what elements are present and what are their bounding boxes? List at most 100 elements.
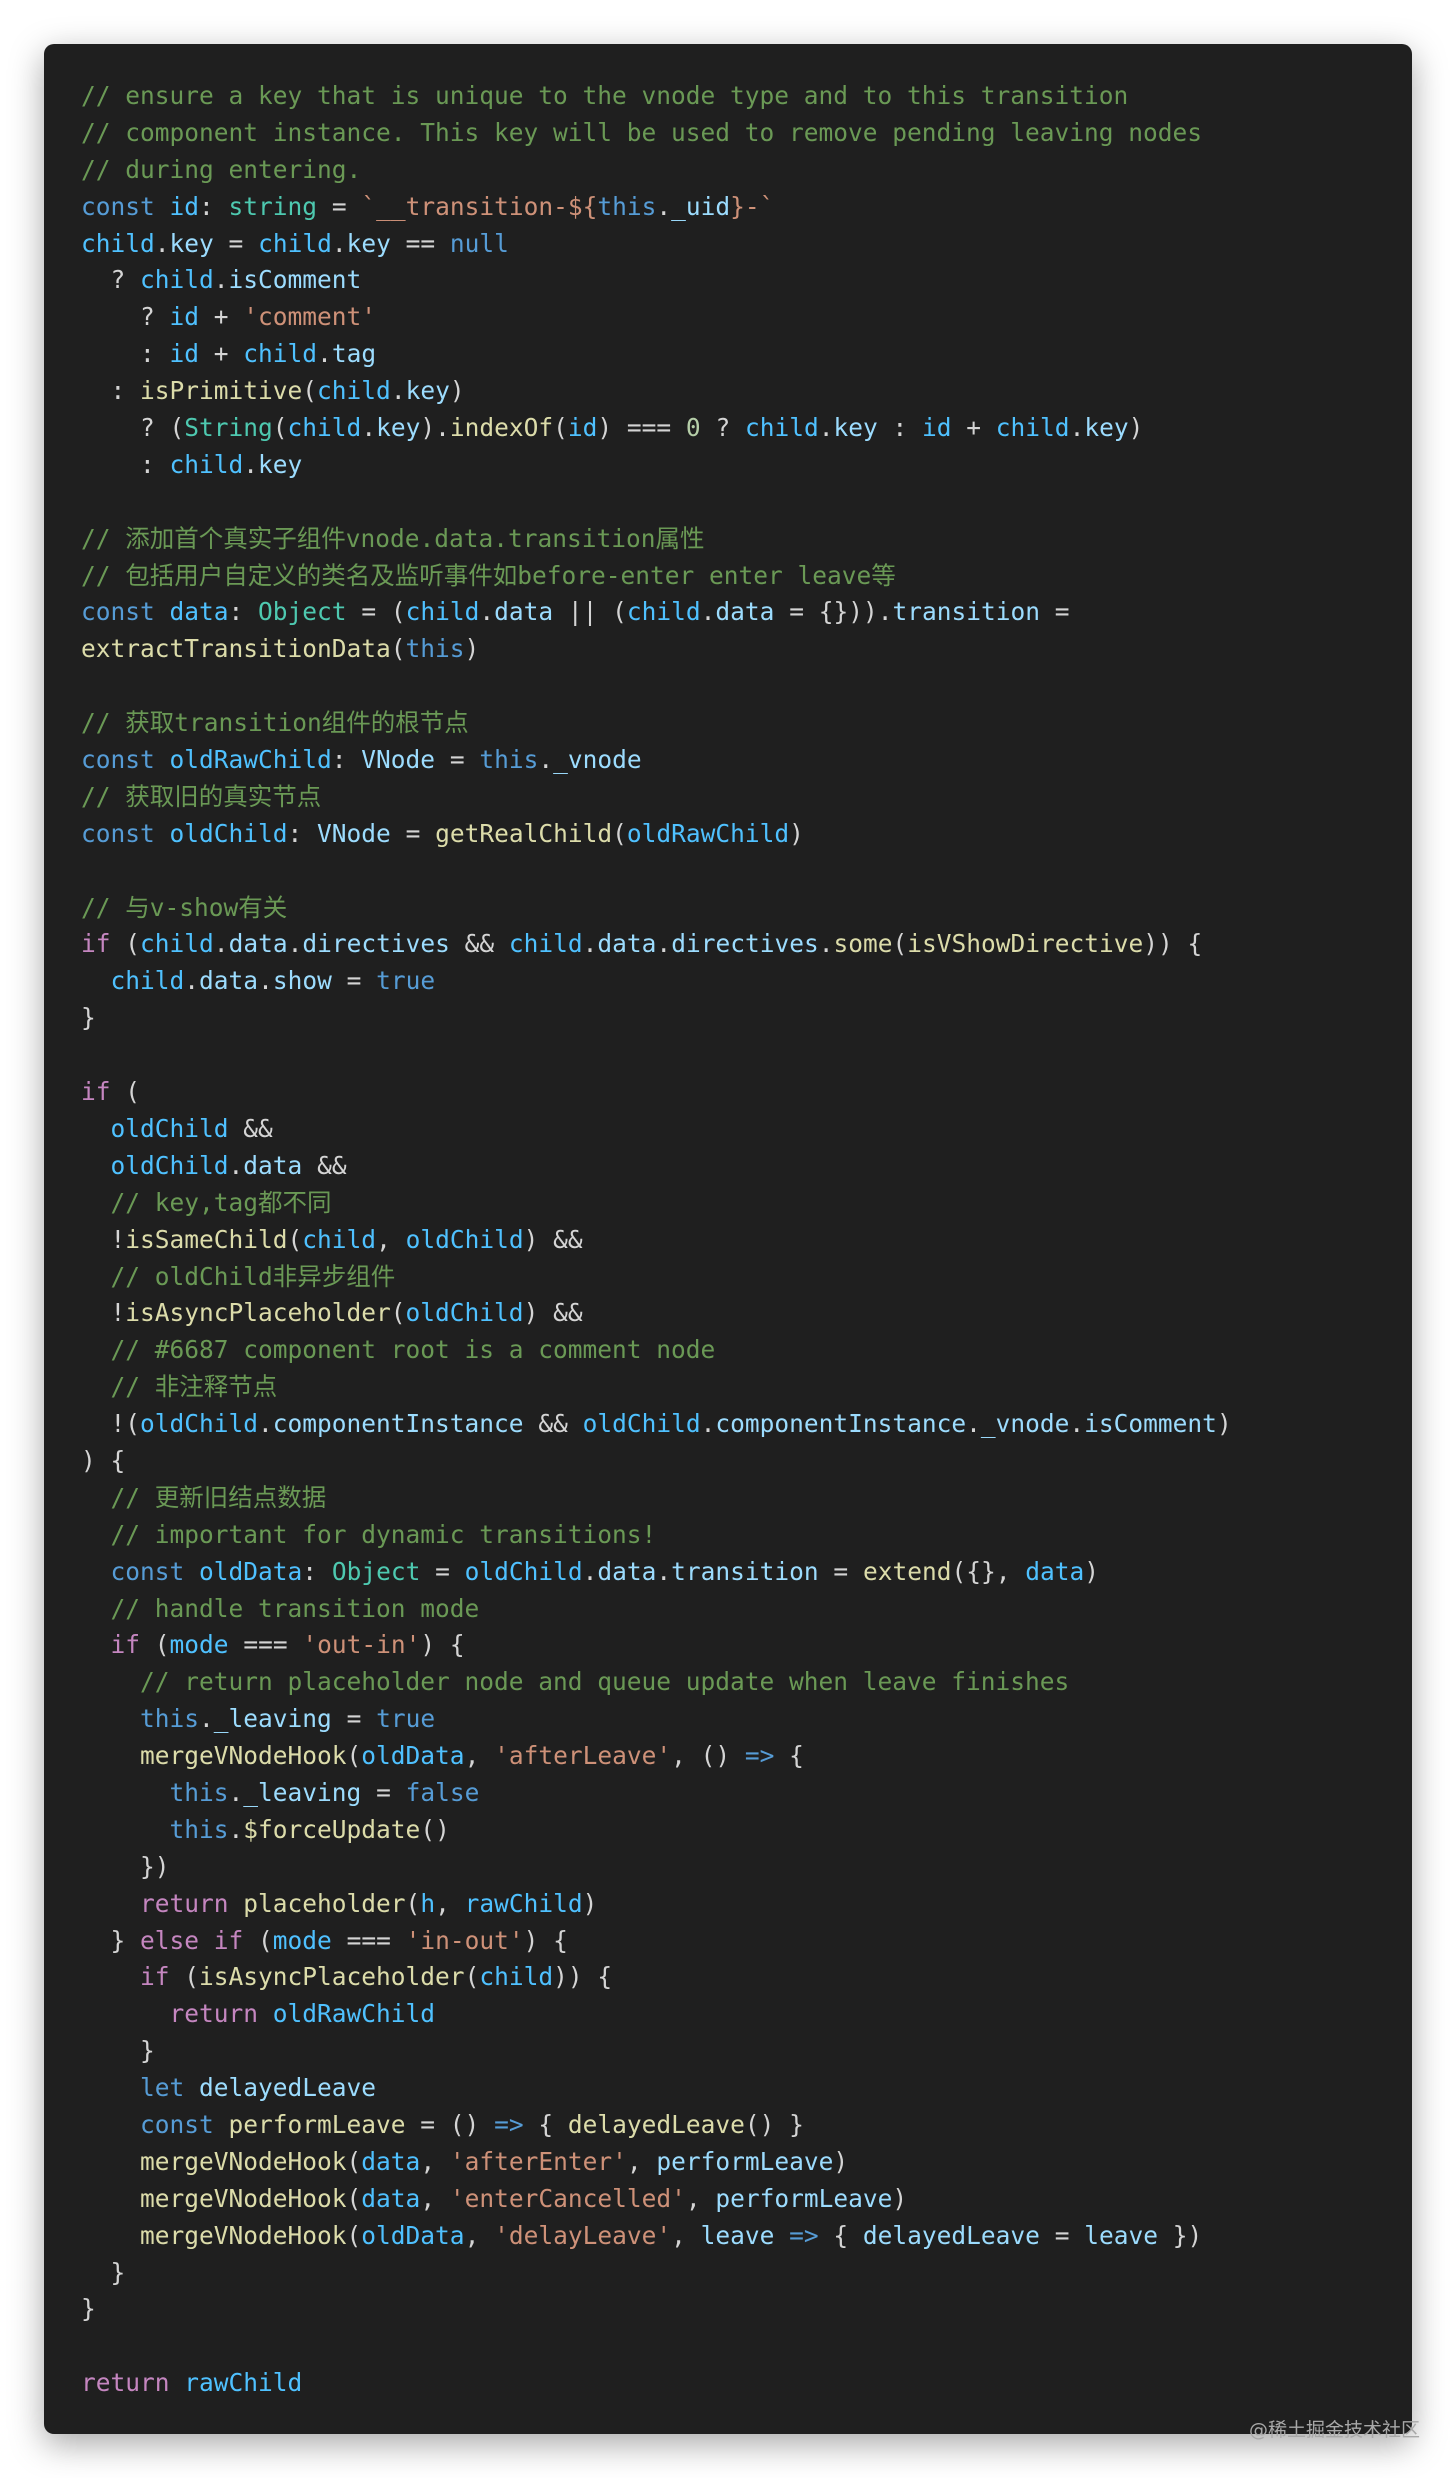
code-punctuation: ? (700, 413, 745, 443)
code-punctuation (81, 1262, 111, 1291)
code-line: const id: string = `__transition-${this.… (81, 189, 1402, 226)
code-line: if (mode === 'out-in') { (81, 1627, 1402, 1664)
code-line: const oldRawChild: VNode = this._vnode (81, 742, 1402, 779)
code-control-keyword: if (140, 1962, 170, 1992)
code-comment: // key,tag都不同 (110, 1187, 332, 1217)
code-punctuation (81, 1741, 140, 1770)
code-punctuation: ( (405, 1888, 421, 1918)
code-function: extractTransitionData (81, 634, 391, 664)
code-property: componentInstance (272, 1409, 524, 1439)
code-property: data (597, 929, 657, 959)
code-line: const performLeave = () => { delayedLeav… (81, 2107, 1402, 2144)
code-comment: // component instance. This key will be … (81, 117, 1203, 147)
code-punctuation: + (199, 339, 244, 369)
code-punctuation: . (243, 449, 259, 479)
code-punctuation: . (656, 1556, 672, 1586)
code-punctuation: ( (346, 2183, 362, 2213)
code-punctuation: }) (1157, 2220, 1203, 2250)
code-function: delayedLeave (567, 2109, 745, 2139)
code-variable: child (287, 413, 362, 443)
code-keyword: const (81, 818, 170, 848)
code-punctuation: , (420, 2146, 450, 2176)
code-function: isPrimitive (140, 376, 303, 406)
code-number: 0 (685, 413, 701, 443)
code-string: 'delayLeave' (494, 2220, 672, 2250)
code-punctuation: , () (671, 1741, 745, 1771)
code-function: isSameChild (125, 1224, 288, 1254)
code-control-keyword: if (110, 1630, 141, 1660)
code-function: some (833, 929, 893, 959)
code-line: if (isAsyncPlaceholder(child)) { (81, 1959, 1402, 1996)
code-type: Object (258, 597, 347, 627)
code-line: mergeVNodeHook(oldData, 'delayLeave', le… (81, 2218, 1402, 2255)
code-line: !(oldChild.componentInstance && oldChild… (81, 1406, 1402, 1443)
code-variable: oldChild (582, 1409, 701, 1439)
code-line: // 获取旧的真实节点 (81, 779, 1402, 816)
code-variable: oldChild (110, 1113, 229, 1143)
code-punctuation: } (81, 1925, 141, 1955)
code-keyword: const (81, 597, 170, 627)
code-punctuation: = (390, 818, 436, 848)
code-variable: data (1025, 1556, 1085, 1586)
code-property: delayedLeave (199, 2073, 377, 2103)
code-punctuation: , (464, 1741, 495, 1771)
code-punctuation: . (213, 929, 229, 959)
code-variable: child (81, 228, 155, 258)
code-property: key (1084, 413, 1129, 443)
code-punctuation: . (656, 191, 672, 221)
code-variable: child (243, 339, 318, 369)
code-property: tag (331, 339, 377, 369)
code-punctuation: === (228, 1630, 303, 1660)
code-punctuation: = (435, 745, 480, 775)
code-line: // 非注释节点 (81, 1369, 1402, 1406)
code-variable: oldRawChild (169, 745, 332, 775)
code-punctuation (81, 1335, 111, 1364)
code-punctuation: ( (110, 1077, 141, 1107)
code-punctuation: + (951, 413, 996, 443)
code-keyword: this (479, 745, 539, 775)
code-punctuation: : (331, 745, 362, 775)
code-punctuation: , (671, 2220, 701, 2250)
code-punctuation: . (228, 1150, 244, 1180)
code-keyword: null (449, 228, 509, 258)
code-variable: id (169, 302, 200, 332)
code-punctuation (81, 1372, 111, 1401)
code-punctuation: { (774, 1741, 804, 1771)
code-keyword: this (597, 191, 657, 221)
code-property: isComment (1084, 1409, 1217, 1439)
code-punctuation: } (81, 2036, 155, 2066)
code-block: // ensure a key that is unique to the vn… (44, 44, 1412, 2434)
code-variable: oldRawChild (626, 818, 790, 848)
code-punctuation: ) (582, 1888, 598, 1918)
code-punctuation: . (287, 929, 303, 959)
code-punctuation (81, 1594, 111, 1623)
code-property: key (376, 413, 421, 443)
code-punctuation: . (184, 966, 200, 996)
code-keyword: const (81, 191, 170, 221)
code-punctuation: . (258, 966, 273, 996)
code-line: child.key = child.key == null (81, 226, 1402, 263)
code-keyword: const (140, 2109, 229, 2139)
code-line: // 添加首个真实子组件vnode.data.transition属性 (81, 521, 1402, 558)
code-variable: oldData (361, 1741, 465, 1771)
code-punctuation: . (317, 339, 332, 369)
code-variable: mode (272, 1925, 332, 1955)
code-keyword: true (376, 966, 436, 996)
code-punctuation: : (302, 1556, 332, 1586)
code-punctuation: ) (892, 2183, 908, 2213)
code-variable: id (922, 413, 952, 443)
code-punctuation: ? (81, 302, 170, 332)
code-line: ? id + 'comment' (81, 299, 1402, 336)
code-variable: id (567, 413, 598, 443)
code-variable: child (317, 376, 391, 406)
code-line: // 获取transition组件的根节点 (81, 705, 1402, 742)
code-variable: id (169, 191, 200, 221)
code-control-keyword: return (169, 1999, 273, 2029)
code-punctuation: ( (169, 1962, 200, 1992)
code-punctuation: , (626, 2146, 657, 2176)
code-punctuation: ( (243, 1925, 273, 1955)
code-punctuation (81, 2073, 140, 2102)
code-line: // handle transition mode (81, 1591, 1402, 1628)
code-punctuation: ( (553, 413, 568, 443)
code-string: 'afterLeave' (494, 1741, 672, 1771)
